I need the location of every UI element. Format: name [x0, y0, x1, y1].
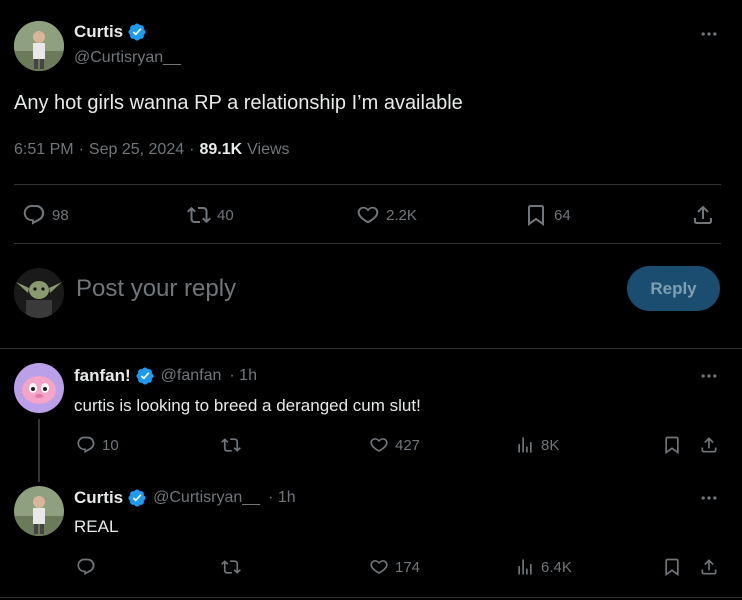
- like-count: 2.2K: [386, 206, 417, 224]
- views-count[interactable]: 89.1K: [199, 141, 242, 159]
- more-options-icon[interactable]: [699, 488, 719, 508]
- reply-text: curtis is looking to breed a deranged cu…: [74, 396, 421, 415]
- reply-action[interactable]: 10: [76, 435, 119, 455]
- like-action[interactable]: 2.2K: [356, 203, 417, 227]
- verified-badge-icon: [128, 23, 146, 41]
- bookmark-icon[interactable]: [662, 435, 682, 455]
- reply-avatar[interactable]: [14, 486, 64, 536]
- divider: [14, 184, 721, 185]
- views-action[interactable]: 6.4K: [515, 557, 572, 577]
- reply-text: REAL: [74, 517, 119, 536]
- current-user-avatar[interactable]: [14, 268, 64, 318]
- repost-action[interactable]: 40: [187, 203, 234, 227]
- thread-line: [38, 419, 40, 482]
- share-icon[interactable]: [699, 435, 719, 455]
- like-count: 427: [395, 436, 421, 454]
- reply-author-name[interactable]: Curtis: [74, 488, 123, 508]
- reply-action[interactable]: 98: [22, 203, 69, 227]
- views-label: Views: [247, 141, 290, 158]
- like-action[interactable]: 174: [369, 557, 420, 577]
- views-count: 6.4K: [541, 558, 572, 576]
- reply-icon: [23, 205, 45, 225]
- reply-input[interactable]: Post your reply: [76, 275, 236, 303]
- divider: [0, 348, 742, 349]
- share-icon[interactable]: [699, 557, 719, 577]
- analytics-icon: [518, 437, 532, 453]
- analytics-icon: [518, 559, 532, 575]
- heart-icon: [370, 438, 388, 453]
- reply-action[interactable]: [76, 557, 102, 577]
- heart-icon: [370, 560, 388, 575]
- repost-action[interactable]: [221, 435, 247, 455]
- like-count: 174: [395, 558, 421, 576]
- reply-button[interactable]: Reply: [627, 266, 720, 311]
- bookmark-count: 64: [554, 206, 571, 224]
- tweet-date[interactable]: Sep 25, 2024: [89, 141, 184, 159]
- meta-separator: ·: [189, 141, 195, 158]
- reply-time[interactable]: · 1h: [268, 489, 296, 507]
- tweet-text: Any hot girls wanna RP a relationship I’…: [14, 92, 463, 114]
- heart-icon: [357, 206, 379, 224]
- repost-icon: [221, 560, 241, 574]
- share-icon[interactable]: [691, 203, 715, 227]
- tweet-time[interactable]: 6:51 PM: [14, 141, 74, 159]
- tweet-meta: 6:51 PM · Sep 25, 2024 · 89.1K Views: [14, 141, 290, 159]
- meta-separator: ·: [78, 141, 84, 158]
- reply-icon: [77, 558, 95, 576]
- reply-time[interactable]: · 1h: [229, 367, 257, 385]
- reply-author-handle[interactable]: @Curtisryan__: [153, 489, 260, 507]
- author-handle[interactable]: @Curtisryan__: [74, 49, 181, 67]
- views-count: 8K: [541, 436, 560, 454]
- verified-badge-icon: [136, 367, 154, 385]
- bookmark-icon: [528, 205, 544, 226]
- author-name[interactable]: Curtis: [74, 22, 123, 42]
- views-action[interactable]: 8K: [515, 435, 559, 455]
- reply-count: 10: [102, 436, 119, 454]
- reply-author-handle[interactable]: @fanfan: [161, 367, 222, 385]
- reply-avatar[interactable]: [14, 363, 64, 413]
- repost-icon: [221, 438, 241, 452]
- reply-icon: [77, 436, 95, 454]
- bookmark-action[interactable]: 64: [524, 203, 571, 227]
- like-action[interactable]: 427: [369, 435, 420, 455]
- divider: [0, 597, 742, 598]
- repost-action[interactable]: [221, 557, 247, 577]
- bookmark-icon[interactable]: [662, 557, 682, 577]
- repost-count: 40: [217, 206, 234, 224]
- divider: [14, 243, 721, 244]
- reply-author-name[interactable]: fanfan!: [74, 366, 131, 386]
- more-options-icon[interactable]: [699, 24, 719, 44]
- reply-count: 98: [52, 206, 69, 224]
- author-avatar[interactable]: [14, 21, 64, 71]
- verified-badge-icon: [128, 489, 146, 507]
- repost-icon: [187, 206, 211, 224]
- more-options-icon[interactable]: [699, 366, 719, 386]
